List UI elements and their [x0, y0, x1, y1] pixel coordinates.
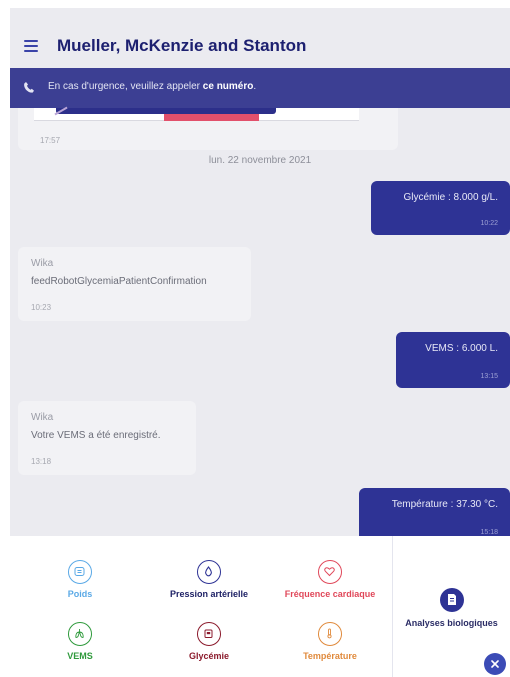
measure-label: Température	[303, 651, 357, 661]
menu-icon[interactable]	[24, 40, 38, 52]
thermometer-icon	[318, 622, 342, 646]
message-text: feedRobotGlycemiaPatientConfirmation	[31, 276, 207, 287]
measure-weight-button[interactable]: Poids	[18, 556, 142, 616]
message-time: 15:18	[480, 529, 498, 536]
message-text: Glycémie : 8.000 g/L.	[403, 192, 499, 203]
message-text: Votre VEMS a été enregistré.	[31, 430, 161, 441]
app-header: Mueller, McKenzie and Stanton	[10, 8, 510, 68]
heart-icon	[318, 560, 342, 584]
emergency-prefix: En cas d'urgence, veuillez appeler	[48, 81, 201, 92]
close-icon	[491, 660, 499, 668]
close-button[interactable]	[484, 653, 506, 675]
message-sender: Wika	[31, 412, 54, 423]
message-incoming-wika: Wika Votre VEMS a été enregistré. 13:18	[18, 401, 196, 475]
page-title: Mueller, McKenzie and Stanton	[57, 36, 307, 55]
message-previous: 17:57	[18, 106, 398, 150]
message-time: 13:15	[480, 373, 498, 380]
measure-label: Poids	[67, 589, 93, 599]
measure-heart-rate-button[interactable]: Fréquence cardiaque	[268, 556, 392, 616]
phone-icon	[24, 82, 34, 93]
message-image[interactable]	[34, 106, 359, 121]
measure-label: Pression artérielle	[169, 589, 249, 599]
biological-analyses-button[interactable]: Analyses biologiques	[393, 588, 510, 648]
measure-blood-pressure-button[interactable]: Pression artérielle	[147, 556, 271, 616]
chat-thread[interactable]: 17:57 lun. 22 novembre 2021 Glycémie : 8…	[10, 106, 510, 548]
date-separator: lun. 22 novembre 2021	[208, 155, 312, 166]
measure-glycemia-button[interactable]: Glycémie	[147, 618, 271, 677]
message-text: VEMS : 6.000 L.	[425, 343, 498, 354]
drop-icon	[197, 560, 221, 584]
message-outgoing-vems: VEMS : 6.000 L. 13:15	[396, 332, 510, 388]
app-screen: Mueller, McKenzie and Stanton En cas d'u…	[10, 8, 510, 677]
emergency-banner: En cas d'urgence, veuillez appeler ce nu…	[10, 68, 510, 108]
measure-panel: Poids Pression artérielle Fréquence card…	[10, 536, 510, 677]
message-time: 13:18	[31, 457, 52, 466]
measure-vems-button[interactable]: VEMS	[18, 618, 142, 677]
emergency-number-link[interactable]: ce numéro	[203, 81, 254, 92]
message-sender: Wika	[31, 258, 54, 269]
lungs-icon	[68, 622, 92, 646]
measure-temperature-button[interactable]: Température	[268, 618, 392, 677]
biological-analyses-label: Analyses biologiques	[405, 618, 498, 628]
glucose-icon	[197, 622, 221, 646]
document-icon	[439, 588, 464, 612]
message-time: 10:22	[480, 220, 498, 227]
message-text: Température : 37.30 °C.	[391, 499, 498, 510]
message-time: 10:23	[31, 303, 52, 312]
message-outgoing-glycemia: Glycémie : 8.000 g/L. 10:22	[371, 181, 510, 235]
emergency-text: En cas d'urgence, veuillez appeler ce nu…	[48, 81, 256, 92]
weight-icon	[68, 560, 92, 584]
message-time: 17:57	[40, 136, 61, 145]
measure-label: VEMS	[67, 651, 93, 661]
emergency-suffix: .	[253, 81, 257, 92]
measure-label: Glycémie	[188, 651, 230, 661]
message-incoming-wika: Wika feedRobotGlycemiaPatientConfirmatio…	[18, 247, 251, 321]
measure-label: Fréquence cardiaque	[284, 589, 376, 599]
